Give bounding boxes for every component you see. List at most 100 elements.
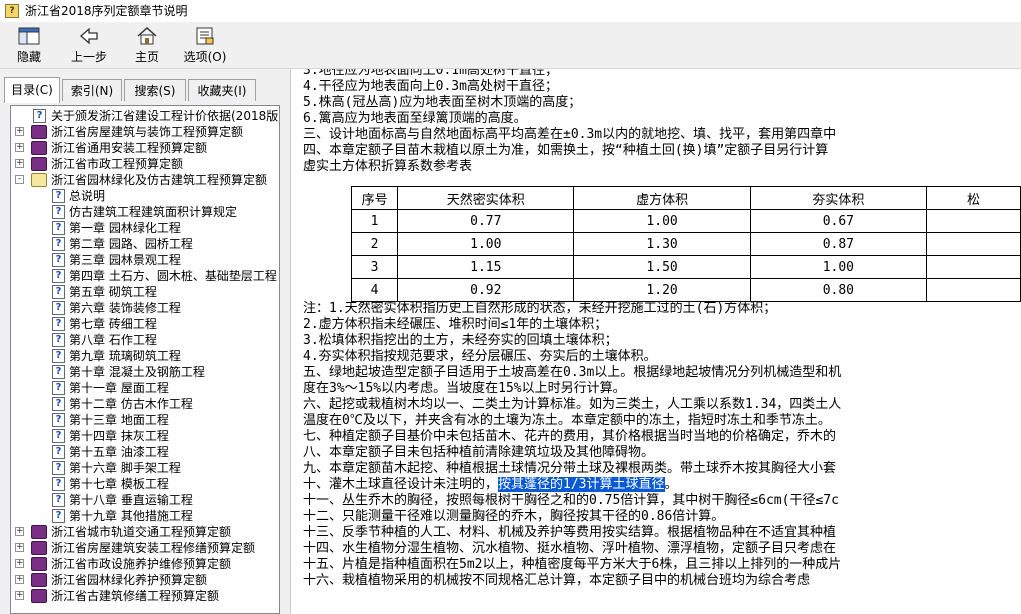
- tree-item-label: 第一章 园林绿化工程: [69, 221, 181, 235]
- table-cell: 1.50: [573, 255, 751, 279]
- tree-item-label: 第十四章 抹灰工程: [69, 429, 169, 443]
- tree-item[interactable]: + 浙江省通用安装工程预算定额: [11, 140, 279, 156]
- tree-child-item[interactable]: ? 第八章 石作工程: [11, 332, 279, 348]
- tree-child-item[interactable]: ? 第二章 园路、园桥工程: [11, 236, 279, 252]
- collapse-icon[interactable]: -: [15, 175, 24, 184]
- tree-item[interactable]: + 浙江省市政设施养护维修预算定额: [11, 556, 279, 572]
- tree-child-item[interactable]: ? 第十三章 地面工程: [11, 412, 279, 428]
- closed-book-icon: [31, 525, 47, 539]
- table-cell: 1.00: [749, 255, 928, 279]
- expand-icon[interactable]: +: [15, 543, 24, 552]
- tree-child-item[interactable]: ? 总说明: [11, 188, 279, 204]
- table-row: 1 0.77 1.00 0.67: [350, 209, 1021, 233]
- back-label: 上一步: [70, 50, 107, 64]
- help-page-icon: ?: [52, 301, 65, 315]
- tree-item-label: 第十章 混凝土及钢筋工程: [69, 365, 205, 379]
- tree-item[interactable]: + 浙江省城市轨道交通工程预算定额: [11, 524, 279, 540]
- tree-child-item[interactable]: ? 第三章 园林景观工程: [11, 252, 279, 268]
- help-page-icon: ?: [52, 493, 65, 507]
- navigation-pane: 目录(C) 索引(N) 搜索(S) 收藏夹(I) ? 关于颁发浙江省建设工程计价依…: [0, 69, 291, 614]
- expand-icon[interactable]: +: [15, 143, 24, 152]
- help-file-icon: ?: [5, 4, 19, 18]
- tree-child-item[interactable]: ? 第十四章 抹灰工程: [11, 428, 279, 444]
- expand-icon[interactable]: +: [15, 127, 24, 136]
- tree-child-item[interactable]: ? 第四章 土石方、圆木桩、基础垫层工程: [11, 268, 279, 284]
- help-page-icon: ?: [52, 461, 65, 475]
- tree-child-item[interactable]: ? 第十二章 仿古木作工程: [11, 396, 279, 412]
- help-page-icon: ?: [52, 253, 65, 267]
- tree-item-label: 第十六章 脚手架工程: [69, 461, 181, 475]
- help-page-icon: ?: [52, 285, 65, 299]
- table-cell: 1.20: [573, 278, 751, 302]
- tree-child-item[interactable]: ? 第十八章 垂直运输工程: [11, 492, 279, 508]
- tree-child-item[interactable]: ? 仿古建筑工程建筑面积计算规定: [11, 204, 279, 220]
- help-page-icon: ?: [52, 205, 65, 219]
- tree-child-item[interactable]: ? 第十一章 屋面工程: [11, 380, 279, 396]
- tab-favorites[interactable]: 收藏夹(I): [188, 79, 256, 101]
- tree-child-item[interactable]: ? 第十六章 脚手架工程: [11, 460, 279, 476]
- content-line: 三、设计地面标高与自然地面标高平均高差在±0.3m以内的就地挖、填、找平，套用第…: [303, 127, 837, 142]
- tree-item[interactable]: + 浙江省园林绿化养护预算定额: [11, 572, 279, 588]
- closed-book-icon: [31, 157, 47, 171]
- tree-child-item[interactable]: ? 第十九章 其他措施工程: [11, 508, 279, 524]
- content-line: 十一、丛生乔木的胸径，按照每根树干胸径之和的0.75倍计算，其中树干胸径≤6cm…: [303, 493, 839, 508]
- tree-child-item[interactable]: ? 第九章 琉璃砌筑工程: [11, 348, 279, 364]
- expand-icon[interactable]: +: [15, 527, 24, 536]
- contents-tree[interactable]: ? 关于颁发浙江省建设工程计价依据(2018版) + 浙江省房屋建筑与装饰工程预算定额…: [10, 105, 280, 614]
- tree-child-item[interactable]: ? 第十章 混凝土及钢筋工程: [11, 364, 279, 380]
- tab-index[interactable]: 索引(N): [62, 79, 122, 101]
- content-line: 十四、水生植物分湿生植物、沉水植物、挺水植物、浮叶植物、漂浮植物，定额子目只考虑…: [303, 541, 837, 556]
- table-header-cell: 序号: [350, 186, 399, 210]
- table-row: 3 1.15 1.50 1.00: [350, 255, 1021, 279]
- help-page-icon: ?: [52, 237, 65, 251]
- table-row: 2 1.00 1.30 0.87: [350, 232, 1021, 256]
- tree-item[interactable]: + 浙江省古建筑修缮工程预算定额: [11, 588, 279, 604]
- content-line: 十二、只能测量干径难以测量胸径的乔木，胸径按其干径的0.86倍计算。: [303, 509, 725, 524]
- tree-item-label: 浙江省园林绿化养护预算定额: [51, 573, 208, 587]
- tab-search[interactable]: 搜索(S): [124, 79, 186, 101]
- expand-icon[interactable]: +: [15, 591, 24, 600]
- table-header-cell: 夯实体积: [749, 186, 928, 210]
- table-cell: 0.67: [749, 209, 928, 233]
- tree-item[interactable]: + 浙江省市政工程预算定额: [11, 156, 279, 172]
- help-page-icon: ?: [52, 509, 65, 523]
- help-page-icon: ?: [52, 413, 65, 427]
- table-header-cell: 虚方体积: [573, 186, 751, 210]
- line-text: 十、灌木土球直径设计未注明的，: [303, 477, 499, 492]
- table-row: 4 0.92 1.20 0.80: [350, 278, 1021, 302]
- tree-item[interactable]: ? 关于颁发浙江省建设工程计价依据(2018版): [11, 108, 279, 124]
- tree-child-item[interactable]: ? 第六章 装饰装修工程: [11, 300, 279, 316]
- content-line: 七、种植定额子目基价中未包括苗木、花卉的费用，其价格根据当时当地的价格确定，乔木…: [303, 429, 837, 444]
- help-page-icon: ?: [52, 477, 65, 491]
- selected-text[interactable]: 按其蓬径的1/3计算土球直径: [498, 477, 665, 492]
- closed-book-icon: [31, 125, 47, 139]
- tree-child-item[interactable]: ? 第十七章 模板工程: [11, 476, 279, 492]
- tree-child-item[interactable]: ? 第七章 砖细工程: [11, 316, 279, 332]
- tree-item-label: 第十三章 地面工程: [69, 413, 169, 427]
- tree-item[interactable]: + 浙江省房屋建筑安装工程修缮预算定额: [11, 540, 279, 556]
- tree-item-label: 第八章 石作工程: [69, 333, 157, 347]
- content-line: 六、起挖或栽植树木均以一、二类土为计算标准。如为三类土，人工乘以系数1.34，四…: [303, 397, 842, 412]
- expand-icon[interactable]: +: [15, 575, 24, 584]
- tree-child-item[interactable]: ? 第一章 园林绿化工程: [11, 220, 279, 236]
- tree-item-label: 第十一章 屋面工程: [69, 381, 169, 395]
- tree-item-label: 第十七章 模板工程: [69, 477, 169, 491]
- tree-item-label: 第六章 装饰装修工程: [69, 301, 181, 315]
- options-button[interactable]: 选项(O): [180, 24, 230, 66]
- hide-pane-icon: [18, 26, 40, 46]
- expand-icon[interactable]: +: [15, 559, 24, 568]
- tree-item-label: 第四章 土石方、圆木桩、基础垫层工程: [69, 269, 277, 283]
- tree-child-item[interactable]: ? 第五章 砌筑工程: [11, 284, 279, 300]
- expand-icon[interactable]: +: [15, 159, 24, 168]
- hide-button[interactable]: 隐藏: [8, 24, 50, 66]
- table-cell: 2: [350, 232, 399, 256]
- closed-book-icon: [31, 557, 47, 571]
- tree-item[interactable]: - 浙江省园林绿化及仿古建筑工程预算定额: [11, 172, 279, 188]
- topic-content: 3.地径应为地表面向上0.1m高处树干直径； 4.干径应为地表面向上0.3m高处…: [303, 69, 1021, 614]
- back-button[interactable]: 上一步: [65, 24, 113, 66]
- tree-item[interactable]: + 浙江省房屋建筑与装饰工程预算定额: [11, 124, 279, 140]
- tree-child-item[interactable]: ? 第十五章 油漆工程: [11, 444, 279, 460]
- home-button[interactable]: 主页: [126, 24, 168, 66]
- tab-contents[interactable]: 目录(C): [4, 77, 60, 103]
- window-title: 浙江省2018序列定额章节说明: [25, 4, 188, 18]
